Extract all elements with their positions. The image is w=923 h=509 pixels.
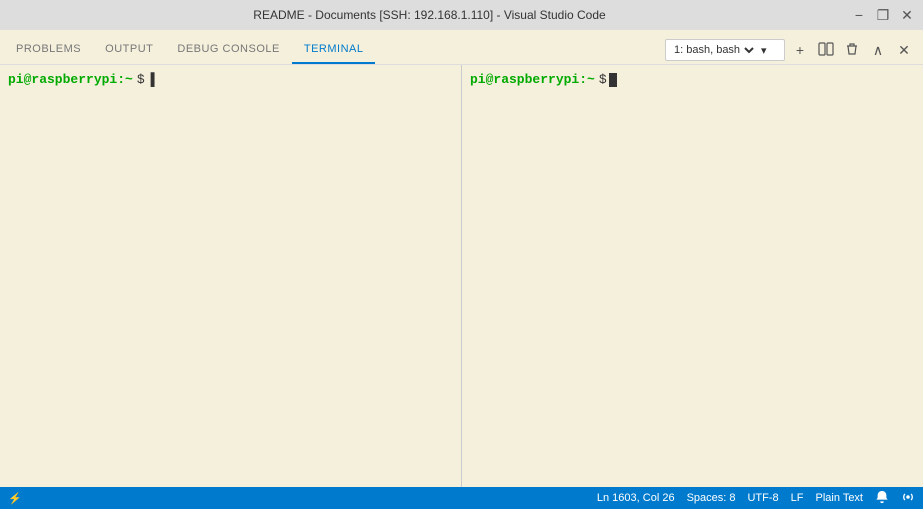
prompt-dollar-right: $ xyxy=(599,71,607,89)
language-indicator[interactable]: Plain Text xyxy=(816,492,864,504)
close-icon: ✕ xyxy=(898,42,910,59)
chevron-up-icon: ∧ xyxy=(873,42,883,59)
terminal-instance-dropdown[interactable]: 1: bash, bash xyxy=(670,43,757,57)
ln-col-indicator[interactable]: Ln 1603, Col 26 xyxy=(597,492,675,504)
terminal-pane-right[interactable]: pi@raspberrypi:~ $ xyxy=(462,65,923,487)
close-window-button[interactable]: ✕ xyxy=(899,7,915,23)
broadcast-button[interactable] xyxy=(901,490,915,507)
encoding-indicator[interactable]: UTF-8 xyxy=(747,492,778,504)
add-terminal-button[interactable]: + xyxy=(789,39,811,61)
trash-icon xyxy=(845,42,859,59)
remote-indicator[interactable]: ⚡ xyxy=(8,492,22,505)
kill-terminal-button[interactable] xyxy=(841,39,863,61)
tab-output[interactable]: OUTPUT xyxy=(93,36,165,64)
chevron-down-icon: ▾ xyxy=(761,44,767,57)
terminal-pane-left[interactable]: pi@raspberrypi:~ $ ▌ xyxy=(0,65,461,487)
terminal-toolbar: 1: bash, bash ▾ + xyxy=(665,39,923,61)
tab-problems[interactable]: PROBLEMS xyxy=(4,36,93,64)
tab-debug-console[interactable]: DEBUG CONSOLE xyxy=(165,36,291,64)
status-bar-right: Ln 1603, Col 26 Spaces: 8 UTF-8 LF Plain… xyxy=(597,490,915,507)
close-panel-button[interactable]: ✕ xyxy=(893,39,915,61)
terminal-cursor-left: ▌ xyxy=(151,71,159,89)
remote-icon: ⚡ xyxy=(8,492,22,505)
broadcast-icon xyxy=(901,490,915,507)
status-bar-left: ⚡ xyxy=(8,492,22,505)
tabs-row: PROBLEMS OUTPUT DEBUG CONSOLE TERMINAL 1… xyxy=(4,36,923,64)
split-icon xyxy=(818,41,834,60)
title-bar: README - Documents [SSH: 192.168.1.110] … xyxy=(0,0,923,30)
terminal-prompt-right: pi@raspberrypi:~ $ xyxy=(470,71,915,89)
panel-tabs-bar: PROBLEMS OUTPUT DEBUG CONSOLE TERMINAL 1… xyxy=(0,30,923,65)
terminal-container: pi@raspberrypi:~ $ ▌ pi@raspberrypi:~ $ xyxy=(0,65,923,487)
window-title: README - Documents [SSH: 192.168.1.110] … xyxy=(8,8,851,22)
bell-icon xyxy=(875,490,889,507)
prompt-dollar-left: $ xyxy=(137,71,145,89)
notifications-button[interactable] xyxy=(875,490,889,507)
split-terminal-button[interactable] xyxy=(815,39,837,61)
terminal-prompt-left: pi@raspberrypi:~ $ ▌ xyxy=(8,71,453,89)
prompt-user-right: pi@raspberrypi:~ xyxy=(470,71,595,89)
window-controls: − ❐ ✕ xyxy=(851,7,915,23)
status-bar: ⚡ Ln 1603, Col 26 Spaces: 8 UTF-8 LF Pla… xyxy=(0,487,923,509)
maximize-panel-button[interactable]: ∧ xyxy=(867,39,889,61)
prompt-user-left: pi@raspberrypi:~ xyxy=(8,71,133,89)
terminal-cursor-right xyxy=(609,73,617,87)
spaces-indicator[interactable]: Spaces: 8 xyxy=(687,492,736,504)
line-ending-indicator[interactable]: LF xyxy=(791,492,804,504)
plus-icon: + xyxy=(796,42,804,58)
terminal-instance-select[interactable]: 1: bash, bash ▾ xyxy=(665,39,785,61)
restore-button[interactable]: ❐ xyxy=(875,7,891,23)
minimize-button[interactable]: − xyxy=(851,7,867,23)
tab-terminal[interactable]: TERMINAL xyxy=(292,36,376,64)
